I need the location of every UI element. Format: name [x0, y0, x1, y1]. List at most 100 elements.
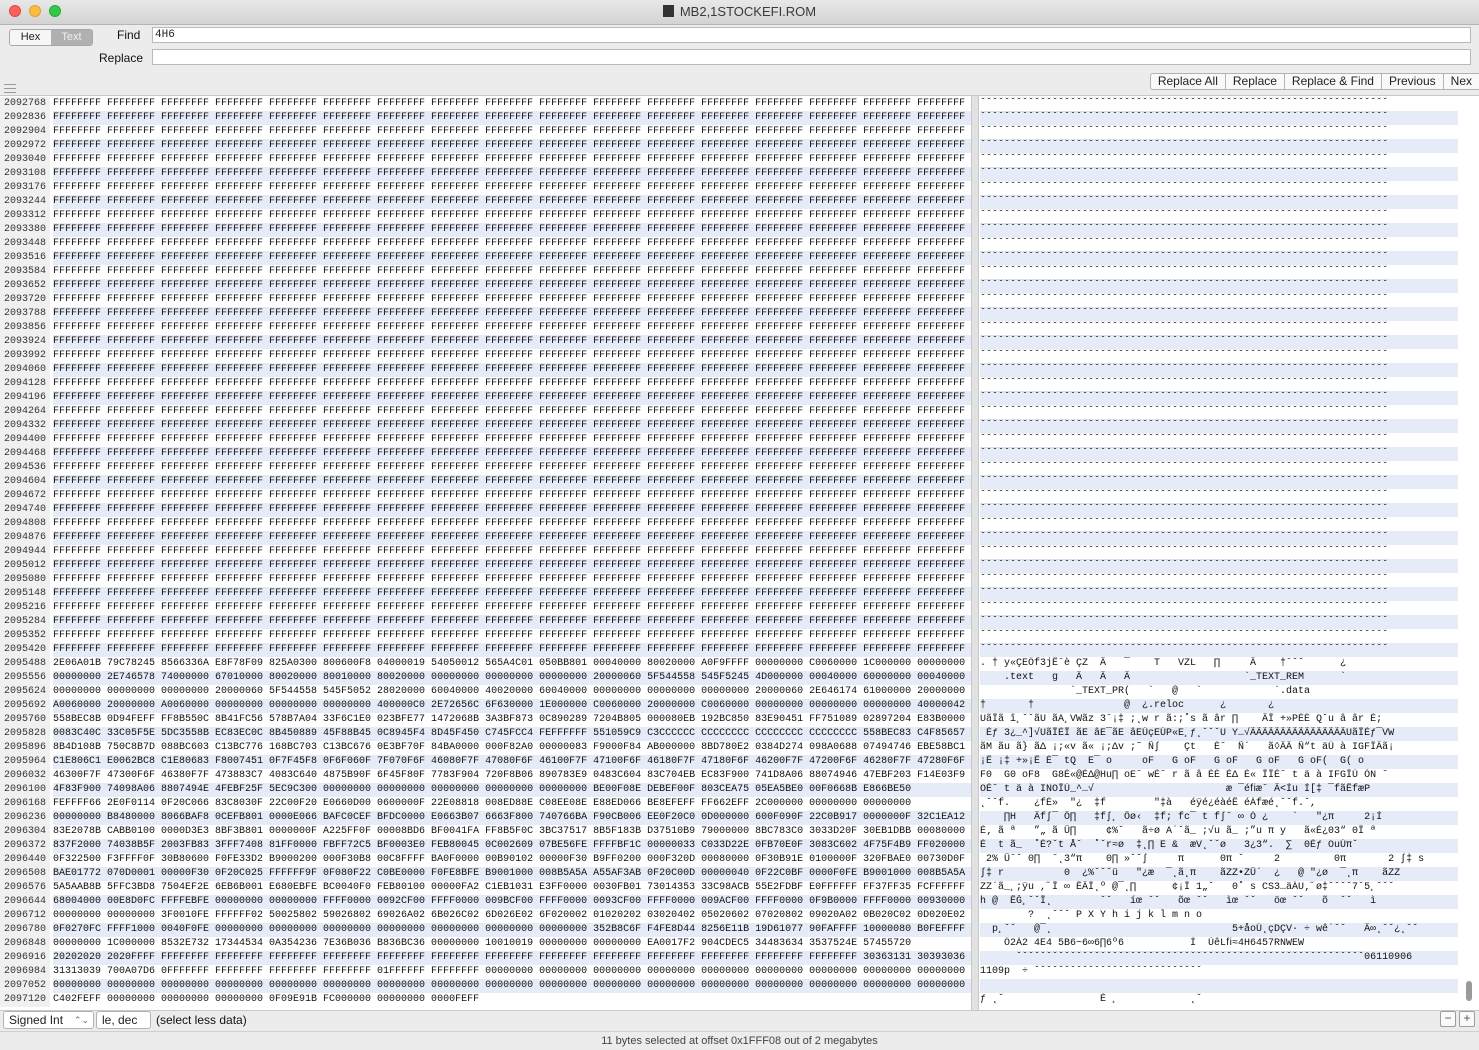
row-hex-bytes[interactable]: A0060000 20000000 A0060000 00000000 0000…	[53, 699, 971, 713]
hex-row[interactable]: 2093040 FFFFFFFF FFFFFFFF FFFFFFFF FFFFFF…	[0, 153, 1479, 167]
row-hex-bytes[interactable]: FFFFFFFF FFFFFFFF FFFFFFFF FFFFFFFF FFFF…	[53, 559, 971, 573]
replace-and-find-button[interactable]: Replace & Find	[1284, 73, 1382, 90]
hex-row[interactable]: 2094400 FFFFFFFF FFFFFFFF FFFFFFFF FFFFFF…	[0, 433, 1479, 447]
row-hex-bytes[interactable]: 0F322500 F3FFFF0F 30B80600 F0FE33D2 B900…	[53, 853, 971, 867]
hex-row[interactable]: 2095012 FFFFFFFF FFFFFFFF FFFFFFFF FFFFFF…	[0, 559, 1479, 573]
hex-row[interactable]: 2095896 8B4D108B 750C8B7D 088BC603 C13BC7…	[0, 741, 1479, 755]
row-hex-bytes[interactable]: FFFFFFFF FFFFFFFF FFFFFFFF FFFFFFFF FFFF…	[53, 237, 971, 251]
row-text-bytes[interactable]: ˇˇˇˇˇˇˇˇˇˇˇˇˇˇˇˇˇˇˇˇˇˇˇˇˇˇˇˇˇˇˇˇˇˇˇˇˇˇˇˇ…	[980, 573, 1458, 587]
row-hex-bytes[interactable]: 83E2078B CABB0100 0000D3E3 8BF3B801 0000…	[53, 825, 971, 839]
row-hex-bytes[interactable]: FFFFFFFF FFFFFFFF FFFFFFFF FFFFFFFF FFFF…	[53, 111, 971, 125]
hex-row[interactable]: 2093856 FFFFFFFF FFFFFFFF FFFFFFFF FFFFFF…	[0, 321, 1479, 335]
row-text-bytes[interactable]: ˇˇˇˇˇˇˇˇˇˇˇˇˇˇˇˇˇˇˇˇˇˇˇˇˇˇˇˇˇˇˇˇˇˇˇˇˇˇˇˇ…	[980, 587, 1458, 601]
row-text-bytes[interactable]: ˇˇˇˇˇˇˇˇˇˇˇˇˇˇˇˇˇˇˇˇˇˇˇˇˇˇˇˇˇˇˇˇˇˇˇˇˇˇˇˇ…	[980, 111, 1458, 125]
hex-row[interactable]: 2093312 FFFFFFFF FFFFFFFF FFFFFFFF FFFFFF…	[0, 209, 1479, 223]
row-text-bytes[interactable]: ˇˇˇˇˇˇˇˇˇˇˇˇˇˇˇˇˇˇˇˇˇˇˇˇˇˇˇˇˇˇˇˇˇˇˇˇˇˇˇˇ…	[980, 643, 1458, 657]
vertical-scrollbar[interactable]	[1466, 981, 1472, 1001]
row-hex-bytes[interactable]: FFFFFFFF FFFFFFFF FFFFFFFF FFFFFFFF FFFF…	[53, 517, 971, 531]
hex-row[interactable]: 2096576 5A5AAB8B 5FFC3BD8 7504EF2E 6EB6B0…	[0, 881, 1479, 895]
hex-row[interactable]: 2096848 00000000 1C000000 8532E732 173445…	[0, 937, 1479, 951]
row-hex-bytes[interactable]: 00000000 00000000 00000000 00000000 0000…	[53, 979, 971, 993]
data-type-select[interactable]: Signed Int ⌃⌄	[3, 1011, 94, 1029]
row-text-bytes[interactable]: ˇˇˇˇˇˇˇˇˇˇˇˇˇˇˇˇˇˇˇˇˇˇˇˇˇˇˇˇˇˇˇˇˇˇˇˇˇˇˇˇ…	[980, 615, 1458, 629]
row-hex-bytes[interactable]: FFFFFFFF FFFFFFFF FFFFFFFF FFFFFFFF FFFF…	[53, 195, 971, 209]
text-mode-button[interactable]: Text	[51, 30, 92, 45]
hex-row[interactable]: 2092904 FFFFFFFF FFFFFFFF FFFFFFFF FFFFFF…	[0, 125, 1479, 139]
row-text-bytes[interactable]: ∫‡ r 0 ¿%ˇˇˇü "¿æ ¯˛ã˛π ãZZ•ZÛ´ ¿ @ "¿ø …	[980, 867, 1458, 881]
row-hex-bytes[interactable]: FFFFFFFF FFFFFFFF FFFFFFFF FFFFFFFF FFFF…	[53, 265, 971, 279]
row-text-bytes[interactable]: ˇˇˇˇˇˇˇˇˇˇˇˇˇˇˇˇˇˇˇˇˇˇˇˇˇˇˇˇˇˇˇˇˇˇˇˇˇˇˇˇ…	[980, 461, 1458, 475]
row-hex-bytes[interactable]: FFFFFFFF FFFFFFFF FFFFFFFF FFFFFFFF FFFF…	[53, 531, 971, 545]
row-text-bytes[interactable]	[980, 979, 1458, 993]
row-hex-bytes[interactable]: FFFFFFFF FFFFFFFF FFFFFFFF FFFFFFFF FFFF…	[53, 503, 971, 517]
row-hex-bytes[interactable]: FFFFFFFF FFFFFFFF FFFFFFFF FFFFFFFF FFFF…	[53, 615, 971, 629]
row-text-bytes[interactable]: ãM ãu ã} ãΔ ¡;«v ã« ¡;Δv ;˜ Ñ∫ Çt É˘ Ñ´ …	[980, 741, 1458, 755]
row-hex-bytes[interactable]: FEFFFF66 2E0F0114 0F20C066 83C8030F 22C0…	[53, 797, 971, 811]
row-text-bytes[interactable]: ˇˇˇˇˇˇˇˇˇˇˇˇˇˇˇˇˇˇˇˇˇˇˇˇˇˇˇˇˇˇˇˇˇˇˇˇˇˇˇˇ…	[980, 349, 1458, 363]
row-text-bytes[interactable]: ˇˇˇˇˇˇˇˇˇˇˇˇˇˇˇˇˇˇˇˇˇˇˇˇˇˇˇˇˇˇˇˇˇˇˇˇˇˇˇˇ…	[980, 223, 1458, 237]
row-text-bytes[interactable]: 2% Û˘ˇ 0∏ ˘˛3“π 0∏ »ˇˇ∫ π 0π ˇ 2 0π 2 ∫‡…	[980, 853, 1458, 867]
hex-row[interactable]: 2092972 FFFFFFFF FFFFFFFF FFFFFFFF FFFFFF…	[0, 139, 1479, 153]
row-text-bytes[interactable]: ˇˇˇˇˇˇˇˇˇˇˇˇˇˇˇˇˇˇˇˇˇˇˇˇˇˇˇˇˇˇˇˇˇˇˇˇˇˇˇˇ…	[980, 335, 1458, 349]
row-hex-bytes[interactable]: 837F2000 74038B5F 2003FB83 3FFF7408 81FF…	[53, 839, 971, 853]
hex-row[interactable]: 2093652 FFFFFFFF FFFFFFFF FFFFFFFF FFFFFF…	[0, 279, 1479, 293]
row-text-bytes[interactable]: ˇˇˇˇˇˇˇˇˇˇˇˇˇˇˇˇˇˇˇˇˇˇˇˇˇˇˇˇˇˇˇˇˇˇˇˇˇˇˇˇ…	[980, 97, 1458, 111]
row-hex-bytes[interactable]: 2E06A01B 79C78245 8566336A E8F78F09 825A…	[53, 657, 971, 671]
row-hex-bytes[interactable]: 31313039 700A07D6 0FFFFFFF FFFFFFFF FFFF…	[53, 965, 971, 979]
next-button[interactable]: Nex	[1443, 73, 1479, 90]
row-text-bytes[interactable]: ˇˇˇˇˇˇˇˇˇˇˇˇˇˇˇˇˇˇˇˇˇˇˇˇˇˇˇˇˇˇˇˇˇˇˇˇˇˇˇˇ…	[980, 447, 1458, 461]
row-hex-bytes[interactable]: FFFFFFFF FFFFFFFF FFFFFFFF FFFFFFFF FFFF…	[53, 433, 971, 447]
hex-mode-button[interactable]: Hex	[10, 30, 51, 45]
hex-row[interactable]: 2094264 FFFFFFFF FFFFFFFF FFFFFFFF FFFFFF…	[0, 405, 1479, 419]
hex-row[interactable]: 2094128 FFFFFFFF FFFFFFFF FFFFFFFF FFFFFF…	[0, 377, 1479, 391]
row-hex-bytes[interactable]: C1E806C1 E0062BC8 C1E80683 F8007451 0F7F…	[53, 755, 971, 769]
row-hex-bytes[interactable]: FFFFFFFF FFFFFFFF FFFFFFFF FFFFFFFF FFFF…	[53, 349, 971, 363]
row-hex-bytes[interactable]: 8B4D108B 750C8B7D 088BC603 C13BC776 168B…	[53, 741, 971, 755]
row-text-bytes[interactable]: ˇˇˇˇˇˇˇˇˇˇˇˇˇˇˇˇˇˇˇˇˇˇˇˇˇˇˇˇˇˇˇˇˇˇˇˇˇˇˇˇ…	[980, 629, 1458, 643]
hex-row[interactable]: 2095352 FFFFFFFF FFFFFFFF FFFFFFFF FFFFFF…	[0, 629, 1479, 643]
row-hex-bytes[interactable]: 0F0270FC FFFF1000 0040F0FE 00000000 0000…	[53, 923, 971, 937]
hex-row[interactable]: 2094060 FFFFFFFF FFFFFFFF FFFFFFFF FFFFFF…	[0, 363, 1479, 377]
hex-row[interactable]: 2096984 31313039 700A07D6 0FFFFFFF FFFFFF…	[0, 965, 1479, 979]
row-hex-bytes[interactable]: FFFFFFFF FFFFFFFF FFFFFFFF FFFFFFFF FFFF…	[53, 489, 971, 503]
hex-row[interactable]: 2093720 FFFFFFFF FFFFFFFF FFFFFFFF FFFFFF…	[0, 293, 1479, 307]
hex-row[interactable]: 2093992 FFFFFFFF FFFFFFFF FFFFFFFF FFFFFF…	[0, 349, 1479, 363]
row-text-bytes[interactable]: Éƒ 3¿_^]√UãÏÉÏ ãE âE¯ãE âEÙçEÙP«E¸ƒ˛ˇˇˇU…	[980, 727, 1458, 741]
find-field[interactable]: 4H6	[152, 27, 1471, 43]
row-text-bytes[interactable]: UãÏã î¸ˇˇãU ãA¸VWãz 3˘¡‡ ;˛w r ã:;˚s ã â…	[980, 713, 1458, 727]
column-divider[interactable]	[971, 96, 979, 1010]
remove-inspector-button[interactable]: −	[1440, 1011, 1456, 1027]
hex-row[interactable]: 2093584 FFFFFFFF FFFFFFFF FFFFFFFF FFFFFF…	[0, 265, 1479, 279]
row-hex-bytes[interactable]: FFFFFFFF FFFFFFFF FFFFFFFF FFFFFFFF FFFF…	[53, 643, 971, 657]
row-hex-bytes[interactable]: FFFFFFFF FFFFFFFF FFFFFFFF FFFFFFFF FFFF…	[53, 475, 971, 489]
hex-row[interactable]: 2094196 FFFFFFFF FFFFFFFF FFFFFFFF FFFFFF…	[0, 391, 1479, 405]
hex-row[interactable]: 2096916 20202020 2020FFFF FFFFFFFF FFFFFF…	[0, 951, 1479, 965]
row-hex-bytes[interactable]: FFFFFFFF FFFFFFFF FFFFFFFF FFFFFFFF FFFF…	[53, 307, 971, 321]
row-text-bytes[interactable]: ˇˇˇˇˇˇˇˇˇˇˇˇˇˇˇˇˇˇˇˇˇˇˇˇˇˇˇˇˇˇˇˇˇˇˇˇˇˇˇˇ…	[980, 307, 1458, 321]
replace-field[interactable]	[152, 49, 1471, 65]
hex-row[interactable]: 2096168 FEFFFF66 2E0F0114 0F20C066 83C803…	[0, 797, 1479, 811]
hex-row[interactable]: 2095624 00000000 00000000 00000000 200000…	[0, 685, 1479, 699]
hex-row[interactable]: 2096440 0F322500 F3FFFF0F 30B80600 F0FE33…	[0, 853, 1479, 867]
drag-handle-icon[interactable]	[4, 84, 16, 93]
row-hex-bytes[interactable]: 4F83F900 74098A06 8807494E 4FEBF25F 5EC9…	[53, 783, 971, 797]
hex-row[interactable]: 2096100 4F83F900 74098A06 8807494E 4FEBF2…	[0, 783, 1479, 797]
hex-row[interactable]: 2094876 FFFFFFFF FFFFFFFF FFFFFFFF FFFFFF…	[0, 531, 1479, 545]
hex-row[interactable]: 2093788 FFFFFFFF FFFFFFFF FFFFFFFF FFFFFF…	[0, 307, 1479, 321]
row-hex-bytes[interactable]: FFFFFFFF FFFFFFFF FFFFFFFF FFFFFFFF FFFF…	[53, 377, 971, 391]
row-text-bytes[interactable]: 1109p ÷ ˇˇˇˇˇˇˇˇˇˇˇˇˇˇˇˇˇˇˇˇˇˇˇˇˇˇˇˇ	[980, 965, 1458, 979]
row-text-bytes[interactable]: ˇˇˇˇˇˇˇˇˇˇˇˇˇˇˇˇˇˇˇˇˇˇˇˇˇˇˇˇˇˇˇˇˇˇˇˇˇˇˇˇ…	[980, 321, 1458, 335]
row-text-bytes[interactable]: ˇˇˇˇˇˇˇˇˇˇˇˇˇˇˇˇˇˇˇˇˇˇˇˇˇˇˇˇˇˇˇˇˇˇˇˇˇˇˇˇ…	[980, 545, 1458, 559]
row-hex-bytes[interactable]: 00000000 2E746578 74000000 67010000 8002…	[53, 671, 971, 685]
row-hex-bytes[interactable]: FFFFFFFF FFFFFFFF FFFFFFFF FFFFFFFF FFFF…	[53, 125, 971, 139]
row-text-bytes[interactable]: . † y«ÇEÖf3jË˘è ÇZ Ä ¯ T VZL ∏ Ä †˘ˇˇ ¿	[980, 657, 1458, 671]
hex-row[interactable]: 2095828 0083C40C 33C05F5E 5DC3558B EC83EC…	[0, 727, 1479, 741]
row-hex-bytes[interactable]: FFFFFFFF FFFFFFFF FFFFFFFF FFFFFFFF FFFF…	[53, 209, 971, 223]
hex-row[interactable]: 2096508 BAE01772 070D0001 00000F30 0F20C0…	[0, 867, 1479, 881]
row-text-bytes[interactable]: ˇˇˇˇˇˇˇˇˇˇˇˇˇˇˇˇˇˇˇˇˇˇˇˇˇˇˇˇˇˇˇˇˇˇˇˇˇˇˇˇ…	[980, 363, 1458, 377]
hex-row[interactable]: 2093924 FFFFFFFF FFFFFFFF FFFFFFFF FFFFFF…	[0, 335, 1479, 349]
hex-row[interactable]: 2095216 FFFFFFFF FFFFFFFF FFFFFFFF FFFFFF…	[0, 601, 1479, 615]
row-hex-bytes[interactable]: FFFFFFFF FFFFFFFF FFFFFFFF FFFFFFFF FFFF…	[53, 321, 971, 335]
row-hex-bytes[interactable]: FFFFFFFF FFFFFFFF FFFFFFFF FFFFFFFF FFFF…	[53, 573, 971, 587]
row-hex-bytes[interactable]: 00000000 B8480000 8066BAF8 0CEFB801 0000…	[53, 811, 971, 825]
